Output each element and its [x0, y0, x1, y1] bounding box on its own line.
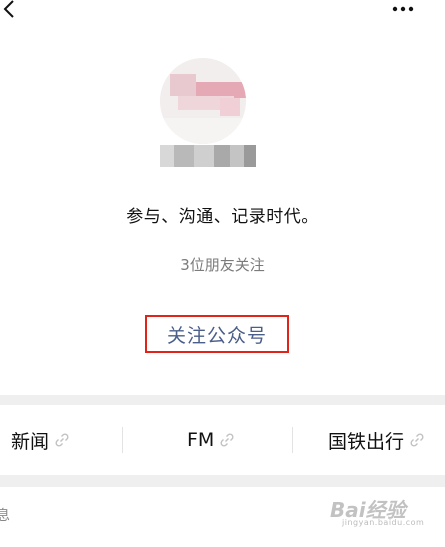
more-dots-icon[interactable] [391, 2, 415, 16]
menu-item-fm[interactable]: FM [187, 405, 234, 475]
watermark-url: jingyan.baidu.com [342, 518, 425, 527]
tab-messages-partial[interactable]: 息 [0, 505, 10, 525]
top-bar [0, 0, 445, 24]
section-divider [0, 395, 445, 405]
menu-item-label: FM [187, 429, 215, 451]
follow-button-label: 关注公众号 [166, 324, 267, 347]
follow-account-button[interactable]: 关注公众号 [145, 315, 289, 353]
account-description: 参与、沟通、记录时代。 [126, 207, 319, 227]
link-icon [55, 433, 69, 447]
section-divider [0, 475, 445, 487]
menu-item-railway-travel[interactable]: 国铁出行 [328, 405, 424, 475]
menu-divider [122, 427, 123, 453]
account-name-blurred [160, 145, 256, 167]
account-menu-bar: 新闻 FM 国铁出行 [0, 405, 445, 475]
chevron-left-icon[interactable] [2, 0, 16, 18]
menu-item-label: 国铁出行 [328, 430, 405, 453]
avatar [160, 58, 246, 144]
menu-item-label: 新闻 [11, 430, 50, 453]
menu-divider [292, 427, 293, 453]
link-icon [220, 433, 234, 447]
friends-following-count: 3位朋友关注 [180, 256, 265, 274]
menu-item-news[interactable]: 新闻 [11, 405, 69, 475]
link-icon [410, 433, 424, 447]
watermark-logo: Bai经验 jingyan.baidu.com [328, 490, 444, 530]
